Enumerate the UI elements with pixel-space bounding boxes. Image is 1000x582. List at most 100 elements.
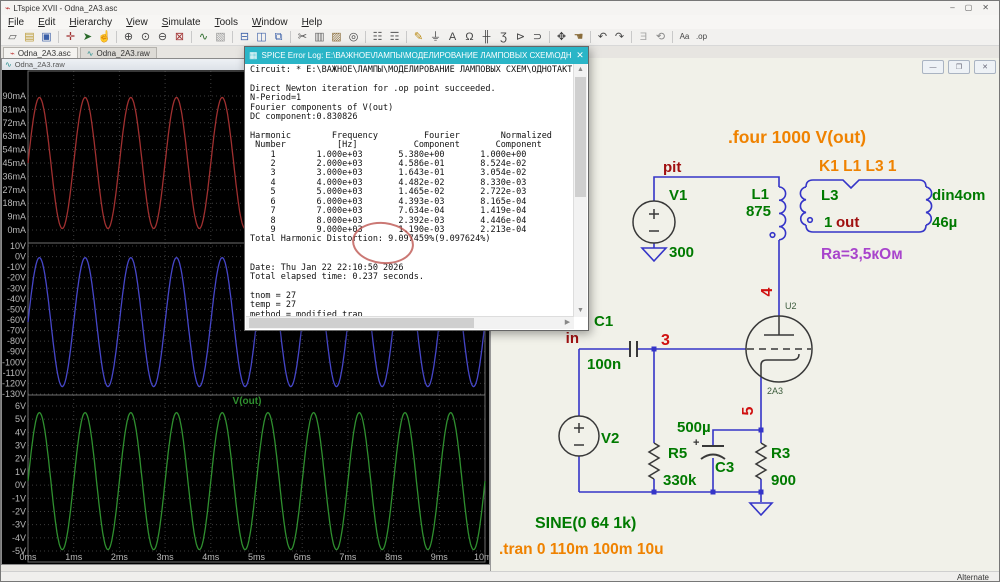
toolbar-run-icon[interactable]: ➤ (79, 30, 96, 45)
r3-name[interactable]: R3 (771, 445, 790, 462)
ground-symbol-main[interactable] (750, 503, 772, 515)
menu-item-window[interactable]: Window (245, 17, 295, 28)
v2-name[interactable]: V2 (601, 430, 619, 447)
log-close-button[interactable]: ✕ (572, 50, 588, 61)
log-vertical-scrollbar[interactable]: ▲ ▼ (573, 64, 587, 317)
toolbar-rotate-icon[interactable]: ⟲ (652, 30, 669, 45)
toolbar-copy-icon[interactable]: ▥ (311, 30, 328, 45)
r5-value[interactable]: 330k (663, 472, 697, 489)
tube-type[interactable]: 2A3 (767, 386, 783, 396)
tran-directive[interactable]: .tran 0 110m 100m 10u (499, 541, 664, 558)
capacitor-c1-body[interactable] (630, 341, 637, 357)
wire-c3-top[interactable] (713, 430, 761, 446)
net-label-out[interactable]: out (836, 214, 859, 231)
toolbar-move-icon[interactable]: ✥ (553, 30, 570, 45)
toolbar-cut-icon[interactable]: ✂ (294, 30, 311, 45)
c1-value[interactable]: 100n (587, 356, 621, 373)
toolbar-tile-vertical-icon[interactable]: ◫ (253, 30, 270, 45)
resistor-r3-body[interactable] (756, 443, 766, 479)
menu-item-view[interactable]: View (119, 17, 155, 28)
toolbar-zoom-out-icon[interactable]: ⊖ (154, 30, 171, 45)
r5-name[interactable]: R5 (668, 445, 687, 462)
secondary-value[interactable]: 46µ (932, 214, 957, 231)
k-directive[interactable]: K1 L1 L3 1 (819, 158, 897, 175)
menu-item-help[interactable]: Help (295, 17, 330, 28)
net-label-pit[interactable]: pit (663, 159, 681, 176)
l1-name[interactable]: L1 (751, 186, 769, 203)
toolbar-copy-bitmap-icon[interactable]: ▧ (212, 30, 229, 45)
toolbar-zoom-back-icon[interactable]: ⊙ (137, 30, 154, 45)
node-label-5[interactable]: 5 (740, 406, 757, 415)
toolbar-capacitor-icon[interactable]: ╫ (478, 30, 495, 45)
hscroll-thumb[interactable] (249, 318, 474, 328)
menu-item-hierarchy[interactable]: Hierarchy (62, 17, 119, 28)
l1-value[interactable]: 875 (746, 203, 771, 220)
ground-symbol-v1[interactable] (642, 248, 666, 261)
toolbar-undo-icon[interactable]: ↶ (594, 30, 611, 45)
toolbar-new-schematic-icon[interactable]: ▱ (4, 30, 21, 45)
c3-name[interactable]: C3 (715, 459, 734, 476)
node-label-3[interactable]: 3 (661, 332, 670, 349)
toolbar-mirror-icon[interactable]: Ǝ (635, 30, 652, 45)
secondary-name[interactable]: din4om (932, 187, 985, 204)
toolbar-redo-icon[interactable]: ↷ (611, 30, 628, 45)
toolbar-ground-icon[interactable]: ⏚ (427, 30, 444, 45)
vscroll-thumb[interactable] (575, 77, 586, 197)
toolbar-net-label-icon[interactable]: A (444, 30, 461, 45)
toolbar-logic-gate-icon[interactable]: ⊃ (529, 30, 546, 45)
inductor-l3-coil[interactable] (800, 187, 806, 225)
toolbar-draw-wire-icon[interactable]: ✎ (410, 30, 427, 45)
schematic-restore-button[interactable]: ❐ (948, 60, 970, 74)
c3-value[interactable]: 500µ (677, 419, 711, 436)
log-titlebar[interactable]: ▦ SPICE Error Log: E:\ВАЖНОЕ\ЛАМПЫ\МОДЕЛ… (245, 47, 588, 64)
tab-odna_2a3.raw[interactable]: ∿Odna_2A3.raw (80, 47, 157, 58)
toolbar-tile-horizontal-icon[interactable]: ⊟ (236, 30, 253, 45)
toolbar-save-icon[interactable]: ▣ (38, 30, 55, 45)
toolbar-cascade-windows-icon[interactable]: ⧉ (270, 30, 287, 45)
toolbar-autorange-y-icon[interactable]: ∿ (195, 30, 212, 45)
v1-value[interactable]: 300 (669, 244, 694, 261)
log-content[interactable]: Circuit: * E:\ВАЖНОЕ\ЛАМПЫ\МОДЕЛИРОВАНИЕ… (246, 64, 587, 329)
toolbar-zoom-extents-icon[interactable]: ⊠ (171, 30, 188, 45)
inductor-sec-coil[interactable] (926, 187, 932, 225)
menu-item-simulate[interactable]: Simulate (155, 17, 208, 28)
r3-value[interactable]: 900 (771, 472, 796, 489)
scroll-down-arrow[interactable]: ▼ (574, 305, 587, 317)
scroll-right-arrow[interactable]: ▶ (561, 317, 574, 329)
toolbar-drag-icon[interactable]: ☚ (570, 30, 587, 45)
toolbar-diode-icon[interactable]: ⊳ (512, 30, 529, 45)
minimize-button[interactable]: – (950, 3, 954, 12)
maximize-button[interactable]: ▢ (965, 3, 973, 12)
schematic-close-button[interactable]: ✕ (974, 60, 996, 74)
scroll-up-arrow[interactable]: ▲ (574, 64, 587, 76)
node-label-4[interactable]: 4 (759, 287, 776, 296)
toolbar-zoom-in-icon[interactable]: ⊕ (120, 30, 137, 45)
toolbar-resistor-icon[interactable]: Ω (461, 30, 478, 45)
close-button[interactable]: ✕ (982, 3, 989, 12)
toolbar-find-icon[interactable]: ◎ (345, 30, 362, 45)
four-directive[interactable]: .four 1000 V(out) (728, 127, 866, 147)
toolbar-text-icon[interactable]: Aa (676, 30, 693, 45)
toolbar-spice-directive-icon[interactable]: .op (693, 30, 710, 45)
l3-name[interactable]: L3 (821, 187, 839, 204)
inductor-l1-coil[interactable] (779, 187, 786, 240)
net-label-in[interactable]: in (566, 330, 579, 347)
schematic-minimize-button[interactable]: — (922, 60, 944, 74)
source-v1-body[interactable] (633, 201, 675, 243)
v2-sine-spec[interactable]: SINE(0 64 1k) (535, 515, 636, 532)
toolbar-open-icon[interactable]: ▤ (21, 30, 38, 45)
toolbar-inductor-icon[interactable]: Ʒ (495, 30, 512, 45)
toolbar-control-panel-icon[interactable]: ✛ (62, 30, 79, 45)
v1-name[interactable]: V1 (669, 187, 687, 204)
toolbar-print-icon[interactable]: ☷ (369, 30, 386, 45)
menu-item-file[interactable]: File (1, 17, 31, 28)
menu-item-edit[interactable]: Edit (31, 17, 62, 28)
components[interactable] (559, 201, 812, 479)
menu-item-tools[interactable]: Tools (208, 17, 245, 28)
c1-name[interactable]: C1 (594, 313, 613, 330)
resistor-r5-body[interactable] (649, 443, 659, 479)
source-v2-body[interactable] (559, 416, 599, 456)
toolbar-print-preview-icon[interactable]: ☶ (386, 30, 403, 45)
toolbar-paste-icon[interactable]: ▨ (328, 30, 345, 45)
tube-refdes[interactable]: U2 (785, 301, 797, 311)
